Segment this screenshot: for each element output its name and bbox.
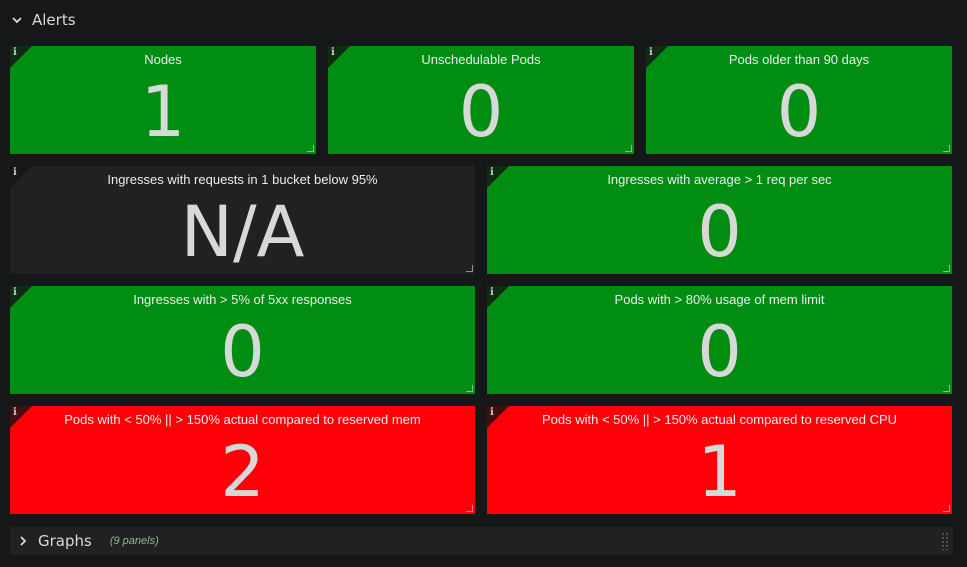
resize-handle[interactable] (466, 385, 473, 392)
stat-panel-pods-reserved-mem[interactable]: i Pods with < 50% || > 150% actual compa… (10, 406, 475, 514)
panel-value: 0 (697, 311, 742, 393)
stat-panel-pods-reserved-cpu[interactable]: i Pods with < 50% || > 150% actual compa… (487, 406, 952, 514)
panel-title[interactable]: Nodes (10, 52, 316, 67)
panel-title[interactable]: Ingresses with average > 1 req per sec (487, 172, 952, 187)
chevron-right-icon (16, 534, 30, 548)
resize-handle[interactable] (466, 505, 473, 512)
panel-value: 1 (697, 431, 742, 513)
stat-panel-nodes[interactable]: i Nodes 1 (10, 46, 316, 154)
panel-value: 1 (140, 71, 186, 153)
row-title: Graphs (38, 532, 92, 550)
panel-title[interactable]: Pods with > 80% usage of mem limit (487, 292, 952, 307)
stat-panel-unschedulable-pods[interactable]: i Unschedulable Pods 0 (328, 46, 634, 154)
panel-value: N/A (180, 191, 305, 273)
stat-panel-pods-mem-limit[interactable]: i Pods with > 80% usage of mem limit 0 (487, 286, 952, 394)
panel-title[interactable]: Pods with < 50% || > 150% actual compare… (487, 412, 952, 427)
resize-handle[interactable] (943, 265, 950, 272)
resize-handle[interactable] (307, 145, 314, 152)
panel-title[interactable]: Pods older than 90 days (646, 52, 952, 67)
drag-handle-icon[interactable] (941, 532, 949, 550)
stat-panel-pods-older-than-90-days[interactable]: i Pods older than 90 days 0 (646, 46, 952, 154)
stat-panel-ingresses-average-req[interactable]: i Ingresses with average > 1 req per sec… (487, 166, 952, 274)
panel-value: 0 (220, 311, 265, 393)
chevron-down-icon (10, 13, 24, 27)
panel-title[interactable]: Ingresses with requests in 1 bucket belo… (10, 172, 475, 187)
row-header-alerts[interactable]: Alerts (10, 8, 76, 32)
panel-title[interactable]: Unschedulable Pods (328, 52, 634, 67)
resize-handle[interactable] (466, 265, 473, 272)
resize-handle[interactable] (625, 145, 632, 152)
stat-panel-ingresses-bucket-below-95[interactable]: i Ingresses with requests in 1 bucket be… (10, 166, 475, 274)
resize-handle[interactable] (943, 505, 950, 512)
panel-title[interactable]: Ingresses with > 5% of 5xx responses (10, 292, 475, 307)
resize-handle[interactable] (943, 145, 950, 152)
panel-value: 0 (458, 71, 504, 153)
panel-value: 2 (220, 431, 265, 513)
resize-handle[interactable] (943, 385, 950, 392)
stat-panel-ingresses-5xx[interactable]: i Ingresses with > 5% of 5xx responses 0 (10, 286, 475, 394)
panel-count: (9 panels) (109, 535, 159, 547)
row-title: Alerts (32, 11, 76, 29)
panel-value: 0 (697, 191, 742, 273)
row-header-graphs[interactable]: Graphs (9 panels) (10, 527, 953, 555)
panel-value: 0 (776, 71, 822, 153)
panel-title[interactable]: Pods with < 50% || > 150% actual compare… (10, 412, 475, 427)
